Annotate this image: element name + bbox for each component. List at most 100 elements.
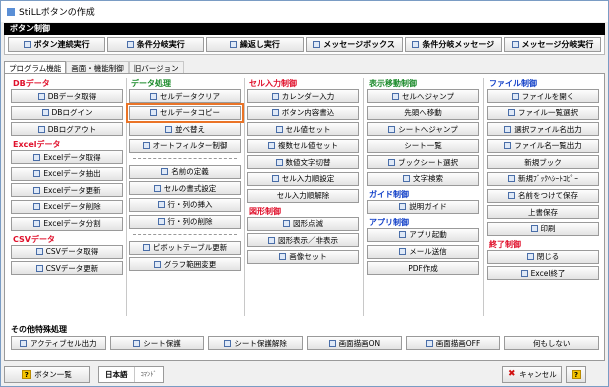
- cancel-button[interactable]: ✖ キャンセル: [502, 366, 562, 383]
- column-divider: [483, 78, 484, 316]
- other-section-title: その他特殊処理: [11, 325, 67, 334]
- db-login-button[interactable]: DBログイン: [11, 105, 123, 120]
- button-icon: [508, 175, 515, 183]
- excel-delete-button[interactable]: Excelデータ削除: [11, 199, 123, 214]
- guide-button[interactable]: 説明ガイド: [367, 199, 479, 214]
- num-text-toggle-button[interactable]: 数値文字切替: [247, 155, 359, 170]
- shape-blink-button[interactable]: 図形点滅: [247, 216, 359, 231]
- file-list-select-button[interactable]: ファイル一覧選択: [487, 105, 599, 120]
- button-content-write-button[interactable]: ボタン内容書込: [247, 105, 359, 120]
- excel-split-button[interactable]: Excelデータ分割: [11, 216, 123, 231]
- help-icon: ?: [22, 370, 32, 379]
- button-icon: [526, 253, 534, 261]
- app-icon: [7, 7, 15, 16]
- delete-rowcol-button[interactable]: 行・列の削除: [129, 214, 241, 229]
- text-search-button[interactable]: 文字検索: [367, 171, 479, 186]
- button-icon: [313, 41, 321, 48]
- excel-update-button[interactable]: Excelデータ更新: [11, 183, 123, 198]
- move-top-button[interactable]: 先頭へ移動: [367, 105, 479, 120]
- window-title: StiLLボタンの作成: [19, 8, 95, 18]
- do-nothing-button[interactable]: 何もしない: [504, 336, 600, 350]
- top-button-3[interactable]: メッセージボックス: [305, 37, 403, 52]
- multi-cell-value-set-button[interactable]: 複数セル値セット: [247, 138, 359, 153]
- shape-toggle-button[interactable]: 図形表示／非表示: [247, 233, 359, 248]
- excel-extract-button[interactable]: Excelデータ抽出: [11, 166, 123, 181]
- top-button-1[interactable]: 条件分岐実行: [107, 37, 205, 52]
- autofilter-button[interactable]: オートフィルター制御: [129, 138, 241, 153]
- tab-panel: DBデータ DBデータ取得 DBログイン DBログアウト Excelデータ Ex…: [4, 73, 605, 361]
- button-icon: [157, 218, 165, 226]
- selected-file-output-button[interactable]: 選択ファイル名出力: [487, 122, 599, 137]
- button-list-button[interactable]: ? ボタン一覧: [4, 366, 90, 383]
- cell-copy-button[interactable]: セルデータコピー: [126, 102, 244, 123]
- section-title: ファイル制御: [489, 79, 537, 88]
- calendar-input-button[interactable]: カレンダー入力: [247, 89, 359, 103]
- top-button-5[interactable]: メッセージ分岐実行: [503, 37, 602, 52]
- button-icon: [520, 269, 528, 277]
- button-icon: [388, 125, 396, 133]
- image-set-button[interactable]: 画像セット: [247, 249, 359, 264]
- button-icon: [283, 220, 290, 228]
- excel-exit-button[interactable]: Excel終了: [487, 266, 599, 281]
- sheet-unprotect-button[interactable]: シート保護解除: [208, 336, 304, 350]
- mail-send-button[interactable]: メール送信: [367, 244, 479, 259]
- print-button[interactable]: 印刷: [487, 221, 599, 236]
- active-cell-output-button[interactable]: アクティブセル出力: [11, 336, 106, 350]
- cell-clear-button[interactable]: セルデータクリア: [129, 89, 241, 103]
- define-name-button[interactable]: 名前の定義: [129, 164, 241, 179]
- cell-format-button[interactable]: セルの書式設定: [129, 181, 241, 196]
- button-icon: [35, 264, 43, 272]
- csv-update-button[interactable]: CSVデータ更新: [11, 261, 123, 276]
- screen-update-on-button[interactable]: 画面描画ON: [307, 336, 402, 350]
- top-button-2[interactable]: 繰返し実行: [206, 37, 304, 52]
- save-as-button[interactable]: 名前をつけて保存: [487, 188, 599, 203]
- button-icon: [133, 339, 141, 347]
- button-icon: [392, 92, 400, 100]
- lang-command[interactable]: ｺﾏﾝﾄﾞ: [135, 367, 163, 382]
- column-divider: [363, 78, 364, 316]
- book-sheet-select-button[interactable]: ブックシート選択: [367, 155, 479, 170]
- sort-button[interactable]: 並べ替え: [129, 122, 241, 137]
- section-title: ガイド制御: [369, 189, 409, 199]
- graph-range-button[interactable]: グラフ範囲変更: [129, 257, 241, 272]
- button-icon: [150, 109, 157, 117]
- insert-rowcol-button[interactable]: 行・列の挿入: [129, 197, 241, 212]
- divider: [133, 157, 237, 159]
- input-order-clear-button[interactable]: セル入力順解除: [247, 188, 359, 203]
- button-control-header: ボタン制御: [4, 23, 605, 35]
- column-cell-input: セル入力制御 カレンダー入力 ボタン内容書込 セル値セット 複数セル値セット 数…: [247, 78, 359, 266]
- button-icon: [275, 125, 283, 133]
- excel-get-button[interactable]: Excelデータ取得: [11, 150, 123, 165]
- close-button[interactable]: 閉じる: [487, 249, 599, 264]
- new-book-button[interactable]: 新規ブック: [487, 155, 599, 170]
- button-icon: [153, 184, 161, 192]
- pdf-create-button[interactable]: PDF作成: [367, 261, 479, 276]
- pivot-update-button[interactable]: ピボットテーブル更新: [129, 240, 241, 255]
- column-display-move: 表示移動制御 セルへジャンプ 先頭へ移動 シートへジャンプ シート一覧 ブックシ…: [367, 78, 479, 278]
- sheet-jump-button[interactable]: シートへジャンプ: [367, 122, 479, 137]
- input-order-set-button[interactable]: セル入力順設定: [247, 171, 359, 186]
- cell-jump-button[interactable]: セルへジャンプ: [367, 89, 479, 103]
- app-launch-button[interactable]: アプリ起動: [367, 227, 479, 242]
- db-logout-button[interactable]: DBログアウト: [11, 122, 123, 137]
- csv-get-button[interactable]: CSVデータ取得: [11, 244, 123, 259]
- file-open-button[interactable]: ファイルを開く: [487, 89, 599, 103]
- button-icon: [268, 236, 275, 244]
- lang-japanese[interactable]: 日本語: [99, 367, 135, 382]
- sheet-protect-button[interactable]: シート保護: [109, 336, 205, 350]
- button-icon: [229, 41, 237, 48]
- button-icon: [425, 339, 433, 347]
- button-icon: [412, 41, 420, 48]
- screen-update-off-button[interactable]: 画面描画OFF: [405, 336, 501, 350]
- help-icon: ?: [571, 370, 581, 379]
- db-get-button[interactable]: DBデータ取得: [11, 89, 123, 103]
- sheet-list-button[interactable]: シート一覧: [367, 138, 479, 153]
- overwrite-save-button[interactable]: 上書保存: [487, 205, 599, 220]
- button-icon: [271, 175, 279, 183]
- help-button[interactable]: ?: [566, 366, 586, 383]
- file-name-list-button[interactable]: ファイル名一覧出力: [487, 138, 599, 153]
- top-button-4[interactable]: 条件分岐メッセージ: [404, 37, 502, 52]
- new-book-sheet-copy-button[interactable]: 新規ﾌﾞｯｸﾍｼｰﾄｺﾋﾟｰ: [487, 171, 599, 186]
- cell-value-set-button[interactable]: セル値セット: [247, 122, 359, 137]
- top-button-0[interactable]: ボタン連続実行: [8, 37, 106, 52]
